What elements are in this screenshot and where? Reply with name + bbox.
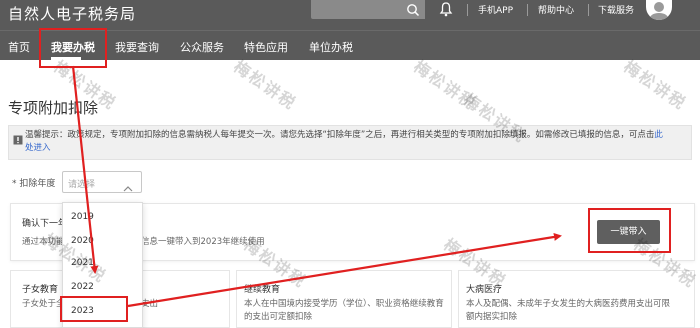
deduction-year-select[interactable]: 请选择 [62, 171, 142, 193]
nav-item-home[interactable]: 首页 [8, 39, 30, 55]
year-option-2022[interactable]: 2022 [71, 282, 94, 292]
category-description: 本人在中国境内接受学历（学位）、职业资格继续教育的支出可定额扣除 [244, 299, 444, 322]
chevron-up-icon [123, 178, 133, 192]
user-avatar[interactable] [646, 0, 672, 20]
nav-item-features[interactable]: 特色应用 [244, 39, 288, 55]
year-select-placeholder: 请选择 [68, 180, 96, 190]
top-header: 自然人电子税务局 手机APP 帮助中心 下载服务 [0, 0, 700, 30]
notice-text: 温馨提示：政策规定，专项附加扣除的信息需纳税人每年提交一次。请您先选择“扣除年度… [25, 129, 665, 155]
year-option-2021[interactable]: 2021 [71, 258, 94, 268]
year-option-2019[interactable]: 2019 [71, 212, 94, 222]
search-icon[interactable] [404, 1, 424, 19]
site-brand[interactable]: 自然人电子税务局 [8, 3, 136, 24]
mobile-app-link[interactable]: 手机APP [478, 3, 513, 16]
help-center-link[interactable]: 帮助中心 [538, 3, 574, 16]
notice-body: 温馨提示：政策规定，专项附加扣除的信息需纳税人每年提交一次。请您先选择“扣除年度… [25, 130, 655, 140]
nav-item-unit-tax[interactable]: 单位办税 [309, 39, 353, 55]
info-icon [13, 130, 23, 145]
annotation-box-import-button [588, 208, 671, 253]
notification-bell-icon[interactable] [437, 0, 455, 18]
page-title: 专项附加扣除 [8, 99, 99, 117]
year-option-2020[interactable]: 2020 [71, 236, 94, 246]
category-description: 本人及配偶、未成年子女发生的大病医药费用支出可限额内据实扣除 [466, 299, 671, 322]
nav-item-query[interactable]: 我要查询 [115, 39, 159, 55]
nav-item-public-service[interactable]: 公众服务 [180, 39, 224, 55]
confirm-card-description: 通过本功能可以将已申报的扣除信息一键带入到2023年继续使用 [22, 237, 265, 247]
divider [527, 4, 528, 16]
category-title: 继续教育 [244, 285, 281, 295]
notice-banner: 温馨提示：政策规定，专项附加扣除的信息需纳税人每年提交一次。请您先选择“扣除年度… [8, 125, 692, 160]
category-title: 子女教育 [22, 285, 59, 295]
annotation-box-tax-handling [39, 28, 107, 68]
category-title: 大病医疗 [466, 285, 503, 295]
divider [588, 4, 589, 16]
divider [467, 4, 468, 16]
deduction-year-label: * 扣除年度 [12, 179, 56, 189]
download-service-link[interactable]: 下载服务 [598, 3, 634, 16]
annotation-box-2023 [60, 296, 128, 322]
